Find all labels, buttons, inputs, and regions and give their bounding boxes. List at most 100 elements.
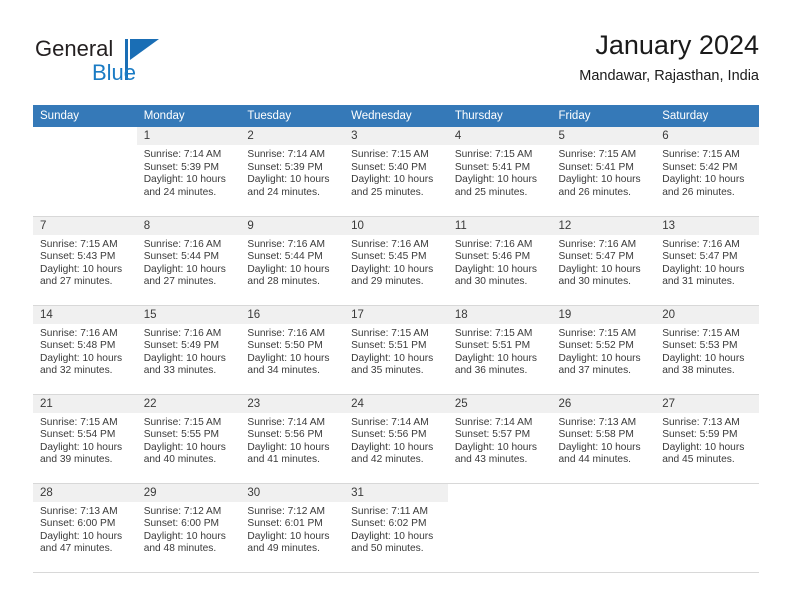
calendar-day-cell[interactable]: 28 Sunrise: 7:13 AM Sunset: 6:00 PM Dayligh… (33, 483, 137, 573)
calendar-day-cell[interactable]: 14 Sunrise: 7:16 AM Sunset: 5:48 PM Dayligh… (33, 305, 137, 395)
sunrise-text: Sunrise: 7:15 AM (454, 149, 533, 160)
calendar-week-row: 21 Sunrise: 7:15 AM Sunset: 5:54 PM Dayligh… (33, 394, 759, 484)
calendar-day-cell[interactable]: 31 Sunrise: 7:11 AM Sunset: 6:02 PM Dayligh… (344, 483, 448, 573)
sunrise-text: Sunrise: 7:14 AM (247, 149, 325, 160)
calendar-day-cell[interactable]: 7 Sunrise: 7:15 AM Sunset: 5:43 PM Daylight… (33, 216, 137, 306)
daylight-text-line1: Daylight: 10 hours (662, 174, 745, 186)
sunrise-text: Sunrise: 7:12 AM (247, 505, 325, 517)
day-number: 9 (240, 216, 345, 235)
day-number: 30 (240, 483, 345, 502)
calendar-day-cell[interactable]: 1 Sunrise: 7:14 AM Sunset: 5:39 PM Daylight… (136, 127, 241, 217)
day-number: 2 (240, 127, 345, 145)
day-number: 31 (344, 483, 448, 502)
sunrise-text: Sunrise: 7:15 AM (558, 327, 637, 339)
daylight-text-line1: Daylight: 10 hours (662, 352, 745, 364)
calendar-day-cell[interactable]: 25 Sunrise: 7:14 AM Sunset: 5:57 PM Dayligh… (447, 394, 552, 484)
sunset-text: Sunset: 5:47 PM (558, 251, 634, 263)
calendar-day-cell[interactable]: 9 Sunrise: 7:16 AM Sunset: 5:44 PM Daylight… (240, 216, 345, 306)
sunrise-text: Sunrise: 7:14 AM (454, 416, 533, 428)
calendar-day-cell[interactable]: 11 Sunrise: 7:16 AM Sunset: 5:46 PM Dayligh… (447, 216, 552, 306)
daylight-text-line1: Daylight: 10 hours (454, 263, 537, 275)
calendar-day-cell[interactable]: 13 Sunrise: 7:16 AM Sunset: 5:47 PM Dayligh… (655, 216, 759, 306)
calendar-page: General Blue January 2024 Mandawar, Raja… (0, 0, 792, 612)
sunset-text: Sunset: 5:48 PM (40, 340, 116, 352)
day-details: Sunrise: 7:14 AM Sunset: 5:57 PM Daylight:… (448, 413, 552, 467)
page-header: General Blue January 2024 Mandawar, Raja… (33, 28, 759, 96)
sunrise-text: Sunrise: 7:11 AM (351, 505, 428, 517)
calendar-day-cell[interactable]: 2 Sunrise: 7:14 AM Sunset: 5:39 PM Daylight… (240, 127, 345, 217)
calendar-day-cell[interactable]: 24 Sunrise: 7:14 AM Sunset: 5:56 PM Dayligh… (344, 394, 448, 484)
calendar-day-cell-empty (655, 483, 759, 573)
calendar-day-cell[interactable]: 20 Sunrise: 7:15 AM Sunset: 5:53 PM Dayligh… (655, 305, 759, 395)
day-details: Sunrise: 7:13 AM Sunset: 5:59 PM Daylight:… (655, 413, 759, 467)
daylight-text-line1: Daylight: 10 hours (662, 263, 745, 275)
general-blue-logo[interactable]: General Blue (33, 36, 243, 92)
calendar-day-cell[interactable]: 29 Sunrise: 7:12 AM Sunset: 6:00 PM Dayligh… (136, 483, 241, 573)
calendar-day-cell[interactable]: 18 Sunrise: 7:15 AM Sunset: 5:51 PM Dayligh… (447, 305, 552, 395)
day-number: 7 (33, 216, 137, 235)
calendar-day-cell[interactable]: 27 Sunrise: 7:13 AM Sunset: 5:59 PM Dayligh… (655, 394, 759, 484)
calendar-day-cell[interactable]: 19 Sunrise: 7:15 AM Sunset: 5:52 PM Dayligh… (551, 305, 656, 395)
calendar-day-cell-empty (447, 483, 552, 573)
sunrise-text: Sunrise: 7:15 AM (143, 416, 222, 428)
day-number: 20 (655, 305, 759, 324)
day-details: Sunrise: 7:15 AM Sunset: 5:51 PM Daylight:… (448, 324, 552, 378)
calendar-day-cell[interactable]: 10 Sunrise: 7:16 AM Sunset: 5:45 PM Dayligh… (344, 216, 448, 306)
daylight-text-line2: and 41 minutes. (247, 454, 320, 466)
day-details: Sunrise: 7:14 AM Sunset: 5:39 PM Daylight:… (137, 145, 241, 199)
calendar-day-cell[interactable]: 23 Sunrise: 7:14 AM Sunset: 5:56 PM Dayligh… (240, 394, 345, 484)
calendar-day-cell[interactable]: 17 Sunrise: 7:15 AM Sunset: 5:51 PM Dayligh… (344, 305, 448, 395)
sunrise-text: Sunrise: 7:16 AM (558, 238, 637, 250)
sunrise-text: Sunrise: 7:13 AM (558, 416, 637, 428)
day-number: 12 (551, 216, 656, 235)
calendar-day-cell[interactable]: 16 Sunrise: 7:16 AM Sunset: 5:50 PM Dayligh… (240, 305, 345, 395)
sunset-text: Sunset: 5:53 PM (662, 340, 738, 352)
daylight-text-line1: Daylight: 10 hours (40, 263, 123, 275)
daylight-text-line2: and 47 minutes. (40, 543, 113, 555)
day-details: Sunrise: 7:12 AM Sunset: 6:01 PM Daylight:… (240, 502, 344, 556)
weekday-header-wednesday: Wednesday (344, 105, 448, 127)
daylight-text-line2: and 49 minutes. (247, 543, 320, 555)
daylight-text-line2: and 30 minutes. (454, 276, 528, 288)
calendar-day-cell[interactable]: 8 Sunrise: 7:16 AM Sunset: 5:44 PM Daylight… (136, 216, 241, 306)
day-number: 22 (136, 394, 241, 413)
calendar-week-row: 7 Sunrise: 7:15 AM Sunset: 5:43 PM Daylight… (33, 216, 759, 306)
calendar-day-cell[interactable]: 15 Sunrise: 7:16 AM Sunset: 5:49 PM Dayligh… (136, 305, 241, 395)
calendar-day-cell[interactable]: 30 Sunrise: 7:12 AM Sunset: 6:01 PM Dayligh… (240, 483, 345, 573)
calendar-day-cell[interactable]: 4 Sunrise: 7:15 AM Sunset: 5:41 PM Daylight… (447, 127, 552, 217)
calendar-day-cell[interactable]: 22 Sunrise: 7:15 AM Sunset: 5:55 PM Dayligh… (136, 394, 241, 484)
daylight-text-line2: and 26 minutes. (558, 186, 632, 198)
day-number: 6 (655, 127, 759, 145)
sunrise-text: Sunrise: 7:15 AM (351, 327, 429, 339)
daylight-text-line2: and 39 minutes. (40, 454, 113, 466)
sunrise-text: Sunrise: 7:16 AM (351, 238, 429, 250)
day-details: Sunrise: 7:16 AM Sunset: 5:45 PM Daylight:… (344, 235, 448, 289)
calendar-day-cell[interactable]: 5 Sunrise: 7:15 AM Sunset: 5:41 PM Daylight… (551, 127, 656, 217)
day-details: Sunrise: 7:15 AM Sunset: 5:40 PM Daylight:… (344, 145, 448, 199)
calendar-day-cell[interactable]: 26 Sunrise: 7:13 AM Sunset: 5:58 PM Dayligh… (551, 394, 656, 484)
daylight-text-line2: and 48 minutes. (143, 543, 217, 555)
day-number: 3 (344, 127, 448, 145)
sunrise-text: Sunrise: 7:13 AM (662, 416, 740, 428)
page-subtitle: Mandawar, Rajasthan, India (579, 68, 759, 84)
daylight-text-line2: and 25 minutes. (351, 186, 424, 198)
calendar-day-cell[interactable]: 12 Sunrise: 7:16 AM Sunset: 5:47 PM Dayligh… (551, 216, 656, 306)
logo-text-general: General (35, 36, 114, 61)
calendar-day-cell[interactable]: 6 Sunrise: 7:15 AM Sunset: 5:42 PM Daylight… (655, 127, 759, 217)
day-details: Sunrise: 7:14 AM Sunset: 5:39 PM Daylight:… (240, 145, 344, 199)
sunrise-text: Sunrise: 7:16 AM (247, 238, 325, 250)
day-details: Sunrise: 7:11 AM Sunset: 6:02 PM Daylight:… (344, 502, 448, 556)
calendar-day-cell[interactable]: 21 Sunrise: 7:15 AM Sunset: 5:54 PM Dayligh… (33, 394, 137, 484)
day-details: Sunrise: 7:14 AM Sunset: 5:56 PM Daylight:… (344, 413, 448, 467)
daylight-text-line1: Daylight: 10 hours (143, 174, 226, 186)
calendar-day-cell[interactable]: 3 Sunrise: 7:15 AM Sunset: 5:40 PM Daylight… (344, 127, 448, 217)
sunrise-text: Sunrise: 7:16 AM (662, 238, 740, 250)
daylight-text-line2: and 37 minutes. (558, 365, 632, 377)
day-details: Sunrise: 7:15 AM Sunset: 5:55 PM Daylight:… (137, 413, 241, 467)
day-number: 21 (33, 394, 137, 413)
sunset-text: Sunset: 5:44 PM (247, 251, 323, 263)
daylight-text-line1: Daylight: 10 hours (40, 530, 123, 542)
logo-triangle-icon (130, 39, 159, 60)
calendar-table: Sunday Monday Tuesday Wednesday Thursday… (33, 105, 759, 573)
daylight-text-line2: and 45 minutes. (662, 454, 735, 466)
